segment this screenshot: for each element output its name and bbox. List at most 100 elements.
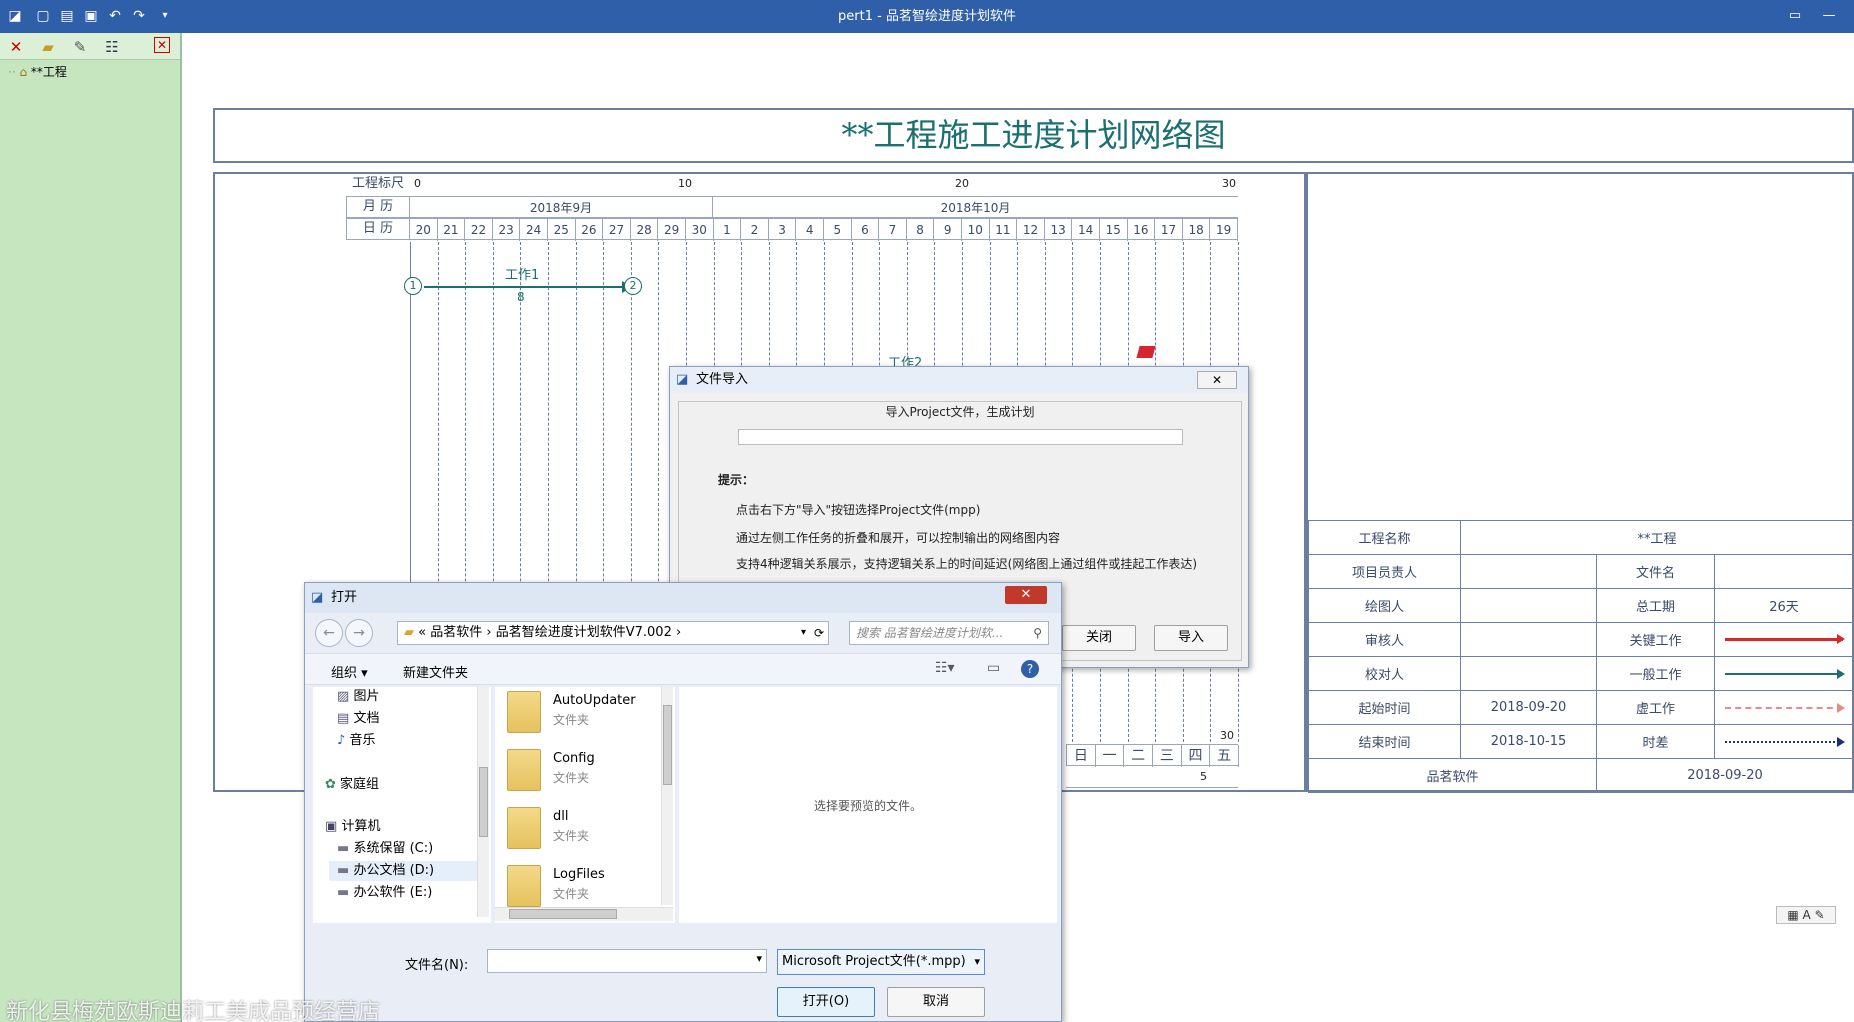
nav-label: 家庭组: [340, 777, 380, 792]
node-1[interactable]: 1: [404, 277, 422, 295]
save-icon[interactable]: ▣: [82, 7, 100, 25]
drive-icon: ▬: [337, 841, 350, 856]
close-icon[interactable]: ✕: [1197, 371, 1237, 389]
close-icon[interactable]: ✕: [1005, 586, 1047, 604]
file-type: 文件夹: [553, 771, 590, 785]
restore-icon[interactable]: ▭: [1784, 7, 1806, 25]
search-icon[interactable]: ⚲: [1033, 622, 1042, 644]
nav-label: 系统保留 (C:): [353, 841, 434, 856]
nav-drive-e[interactable]: ▬ 办公软件 (E:): [337, 883, 432, 903]
day-cell: 4: [796, 219, 824, 241]
tip-title: 提示：: [718, 473, 755, 487]
tree-icon[interactable]: ☷: [102, 37, 122, 57]
open-icon[interactable]: ▤: [58, 7, 76, 25]
tree-root[interactable]: **工程: [31, 65, 67, 79]
organize-button[interactable]: 组织 ▾: [331, 662, 368, 681]
day-cell: 11: [990, 219, 1018, 241]
project-tree: ·· ⌂ **工程: [8, 63, 67, 80]
path-segment-1[interactable]: 品茗软件: [430, 625, 482, 640]
nav-homegroup[interactable]: ✿ 家庭组: [325, 775, 379, 795]
redo-icon[interactable]: ↷: [130, 7, 148, 25]
file-item[interactable]: AutoUpdater 文件夹: [507, 687, 667, 745]
import-close-button[interactable]: 关闭: [1062, 625, 1136, 651]
tree-line: ··: [8, 65, 16, 79]
week-number: 5: [1200, 770, 1207, 783]
scroll-thumb[interactable]: [663, 705, 672, 785]
ruler-tick: 0: [414, 177, 421, 190]
minimize-icon[interactable]: —: [1818, 7, 1840, 25]
table-icon[interactable]: ▦: [1787, 908, 1798, 922]
help-icon[interactable]: ?: [1021, 660, 1039, 678]
open-dialog-title: 打开: [331, 590, 358, 605]
scroll-thumb[interactable]: [509, 909, 617, 919]
preview-pane-icon[interactable]: ▭: [987, 660, 1000, 676]
file-list: AutoUpdater 文件夹 Config 文件夹 dll 文件夹 LogFiles…: [495, 687, 675, 923]
file-item[interactable]: Config 文件夹: [507, 745, 667, 803]
delete-icon[interactable]: ✕: [6, 37, 26, 57]
task1-arrow[interactable]: [424, 286, 642, 288]
pm-value: [1460, 554, 1597, 589]
weekday-cell: 一: [1096, 745, 1125, 767]
project-sidebar: ✕ ▰ ✎ ☷ ✕ ·· ⌂ **工程: [0, 33, 182, 1022]
file-hscrollbar[interactable]: [495, 907, 673, 921]
font-icon[interactable]: A: [1803, 908, 1811, 922]
day-cell: 10: [962, 219, 990, 241]
nav-scrollbar[interactable]: [477, 687, 489, 917]
search-input[interactable]: 搜索 品茗智绘进度计划软... ⚲: [849, 621, 1049, 645]
virtual-label: 虚工作: [1596, 690, 1715, 725]
nav-label: 音乐: [349, 733, 376, 748]
scroll-thumb[interactable]: [479, 767, 488, 837]
close-panel-icon[interactable]: ✕: [154, 37, 170, 53]
open-button[interactable]: 打开(O): [777, 987, 875, 1017]
cancel-button[interactable]: 取消: [887, 987, 985, 1017]
open-file-dialog: 打开 ◪ ✕ ← → ▰ « 品茗软件 › 品茗智绘进度计划软件V7.002 ›…: [304, 582, 1062, 1022]
day-label: 日 历: [346, 218, 410, 240]
music-icon: ♪: [337, 733, 346, 748]
view-icon[interactable]: ☷▾: [935, 660, 955, 676]
import-button[interactable]: 导入: [1154, 625, 1228, 651]
project-name-label: 工程名称: [1308, 520, 1461, 555]
day-cell: 6: [852, 219, 880, 241]
path-segment-2[interactable]: 品茗智绘进度计划软件V7.002: [496, 625, 672, 640]
ruler-tick: 20: [955, 177, 969, 190]
critical-legend: [1714, 622, 1854, 657]
customize-icon[interactable]: ▾: [156, 7, 174, 25]
file-item[interactable]: dll 文件夹: [507, 803, 667, 861]
open-folder-icon[interactable]: ▰: [38, 37, 58, 57]
nav-drive-d[interactable]: ▬ 办公文档 (D:): [329, 861, 483, 881]
nav-drive-c[interactable]: ▬ 系统保留 (C:): [337, 839, 433, 859]
day-cell: 21: [438, 219, 466, 241]
back-icon[interactable]: ←: [315, 619, 343, 647]
filename-input[interactable]: ▾: [487, 949, 767, 973]
float-label: 时差: [1596, 724, 1715, 759]
day-cell: 17: [1155, 219, 1183, 241]
pictures-icon: ▨: [337, 689, 350, 704]
address-bar[interactable]: ▰ « 品茗软件 › 品茗智绘进度计划软件V7.002 › ▾ ⟳: [397, 621, 829, 645]
pen-icon[interactable]: ✎: [1815, 908, 1825, 922]
edit-icon[interactable]: ✎: [70, 37, 90, 57]
undo-icon[interactable]: ↶: [106, 7, 124, 25]
file-type-select[interactable]: Microsoft Project文件(*.mpp) ▾: [777, 949, 985, 975]
forward-icon[interactable]: →: [345, 619, 373, 647]
sidebar-toolbar: ✕ ▰ ✎ ☷ ✕: [0, 33, 180, 60]
nav-pictures[interactable]: ▨ 图片: [337, 687, 379, 707]
nav-label: 文档: [353, 711, 380, 726]
command-bar: 组织 ▾ 新建文件夹 ☷▾ ▭ ?: [305, 653, 1061, 685]
node-2[interactable]: 2: [624, 277, 642, 295]
refresh-icon[interactable]: ⟳: [814, 622, 824, 644]
nav-music[interactable]: ♪ 音乐: [337, 731, 375, 751]
day-cell: 1: [714, 219, 742, 241]
nav-computer[interactable]: ▣ 计算机: [325, 817, 380, 837]
folder-icon: [507, 807, 541, 849]
filename-label: 文件名: [1596, 554, 1715, 589]
file-scrollbar[interactable]: [661, 687, 673, 905]
nav-documents[interactable]: ▤ 文档: [337, 709, 379, 729]
import-dialog-titlebar: 文件导入: [670, 367, 1248, 393]
day-cell: 23: [493, 219, 521, 241]
day-cell: 22: [465, 219, 493, 241]
computer-icon: ▣: [325, 819, 338, 834]
new-folder-button[interactable]: 新建文件夹: [403, 662, 468, 681]
chevron-down-icon[interactable]: ▾: [756, 952, 762, 965]
chevron-down-icon[interactable]: ▾: [801, 622, 806, 644]
new-icon[interactable]: ▢: [34, 7, 52, 25]
